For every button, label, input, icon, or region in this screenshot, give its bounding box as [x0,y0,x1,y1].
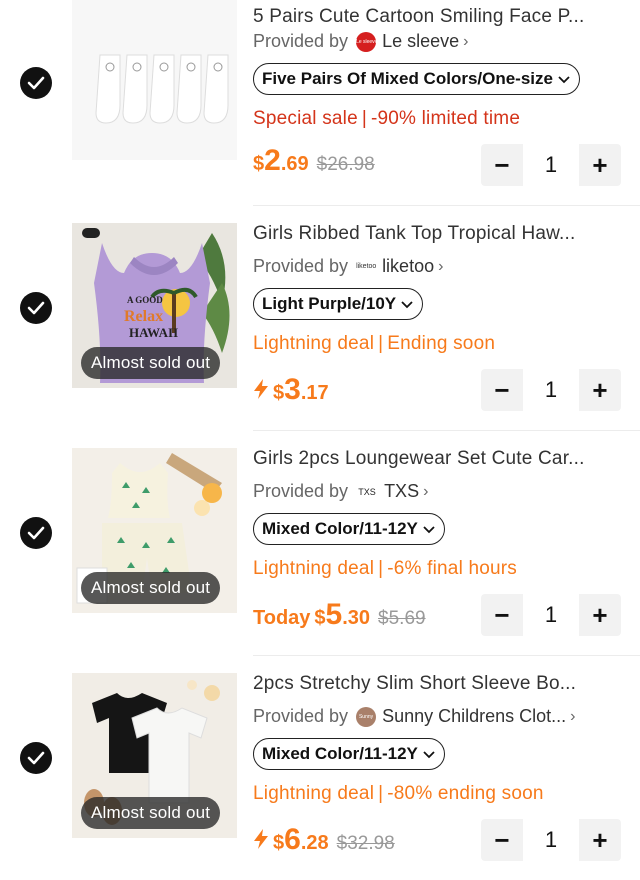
check-icon [27,526,45,540]
product-title[interactable]: 2pcs Stretchy Slim Short Sleeve Bo... [253,673,625,695]
price: $ 6 .28 $32.98 [253,823,395,857]
currency: $ [253,153,265,175]
provided-by-label: Provided by [253,256,349,276]
select-checkbox[interactable] [20,517,52,549]
shop-link[interactable]: Provided by TXS TXS › [253,481,428,502]
variant-selector[interactable]: Mixed Color/11-12Y [253,738,445,770]
svg-text:HAWAII: HAWAII [129,325,178,340]
lightning-icon [254,829,268,849]
check-icon [27,301,45,315]
almost-sold-out-badge: Almost sold out [81,572,221,604]
original-price: $32.98 [336,833,395,854]
promo-text: Lightning deal | Ending soon [253,333,496,354]
svg-text:Relax: Relax [124,308,163,325]
price-int: 5 [325,598,343,631]
product-title[interactable]: Girls 2pcs Loungewear Set Cute Car... [253,448,625,470]
chevron-down-icon [401,301,413,309]
product-image[interactable] [72,0,237,160]
price: $ 2 .69 $26.98 [253,144,375,178]
select-checkbox[interactable] [20,742,52,774]
shop-name: TXS [384,481,420,501]
variant-label: Mixed Color/11-12Y [262,519,418,538]
variant-label: Light Purple/10Y [262,294,397,313]
original-price: $26.98 [316,154,375,175]
plus-icon[interactable]: + [579,594,621,636]
minus-icon[interactable]: − [481,369,523,411]
price-int: 2 [264,144,281,177]
select-checkbox[interactable] [20,67,52,99]
chevron-right-icon: › [570,707,576,725]
shop-logo: liketoo [356,262,377,270]
quantity-stepper[interactable]: − 1 + [481,369,621,411]
chevron-down-icon [558,76,570,84]
cart-item: Almost sold out 2pcs Stretchy Slim Short… [0,655,640,880]
quantity-stepper[interactable]: − 1 + [481,144,621,186]
chevron-down-icon [423,526,435,534]
cart-item: Almost sold out Girls 2pcs Loungewear Se… [0,430,640,656]
price-int: 3 [284,373,301,406]
chevron-down-icon [423,751,435,759]
variant-label: Five Pairs Of Mixed Colors/One-size [262,69,553,88]
shop-link[interactable]: Provided by Le sleeve Le sleeve › [253,31,468,52]
quantity-value[interactable]: 1 [523,144,579,186]
variant-selector[interactable]: Light Purple/10Y [253,288,424,320]
variant-label: Mixed Color/11-12Y [262,744,418,763]
promo-text: Lightning deal | -6% final hours [253,558,517,579]
quantity-stepper[interactable]: − 1 + [481,594,621,636]
promo-text: Lightning deal | -80% ending soon [253,783,544,804]
product-image[interactable]: A GOOD Relax HAWAII Almost sold out [72,223,237,388]
lightning-icon [254,379,268,399]
price-dec: .17 [300,382,329,404]
quantity-value[interactable]: 1 [523,594,579,636]
currency: $ [273,832,285,854]
product-title[interactable]: Girls Ribbed Tank Top Tropical Haw... [253,223,625,245]
shop-logo: Sunny [356,706,377,727]
price: $ 3 .17 [253,373,329,407]
shop-logo: TXS [358,486,376,497]
chevron-right-icon: › [438,257,444,275]
today-label: Today [253,607,311,629]
shop-name: liketoo [382,256,435,276]
currency: $ [314,607,326,629]
check-icon [27,751,45,765]
provided-by-label: Provided by [253,31,349,51]
promo-text: Special sale | -90% limited time [253,108,521,129]
product-title[interactable]: 5 Pairs Cute Cartoon Smiling Face P... [253,6,625,28]
select-checkbox[interactable] [20,292,52,324]
shop-logo: Le sleeve [356,31,377,52]
price-dec: .69 [280,153,309,175]
plus-icon[interactable]: + [579,369,621,411]
price-int: 6 [284,823,301,856]
chevron-right-icon: › [463,32,469,50]
almost-sold-out-badge: Almost sold out [81,347,221,379]
price-dec: .28 [300,832,329,854]
svg-text:A GOOD: A GOOD [127,295,163,305]
price: Today $ 5 .30 $5.69 [253,598,426,632]
currency: $ [273,382,285,404]
plus-icon[interactable]: + [579,144,621,186]
provided-by-label: Provided by [253,706,349,726]
minus-icon[interactable]: − [481,144,523,186]
socks-image [72,0,237,160]
variant-selector[interactable]: Mixed Color/11-12Y [253,513,445,545]
almost-sold-out-badge: Almost sold out [81,797,221,829]
shop-link[interactable]: Provided by Sunny Sunny Childrens Clot..… [253,706,575,727]
shop-name: Le sleeve [382,31,460,51]
cart-item: 5 Pairs Cute Cartoon Smiling Face P... P… [0,0,640,206]
product-image[interactable]: Almost sold out [72,448,237,613]
check-icon [27,76,45,90]
shop-link[interactable]: Provided by liketoo liketoo › [253,256,443,277]
variant-selector[interactable]: Five Pairs Of Mixed Colors/One-size [253,63,580,95]
shop-name: Sunny Childrens Clot... [382,706,567,726]
quantity-value[interactable]: 1 [523,369,579,411]
chevron-right-icon: › [423,482,429,500]
original-price: $5.69 [378,608,426,629]
minus-icon[interactable]: − [481,594,523,636]
price-dec: .30 [342,607,371,629]
provided-by-label: Provided by [253,481,349,501]
product-image[interactable]: Almost sold out [72,673,237,838]
cart-item: A GOOD Relax HAWAII Almost sold out Girl… [0,205,640,431]
